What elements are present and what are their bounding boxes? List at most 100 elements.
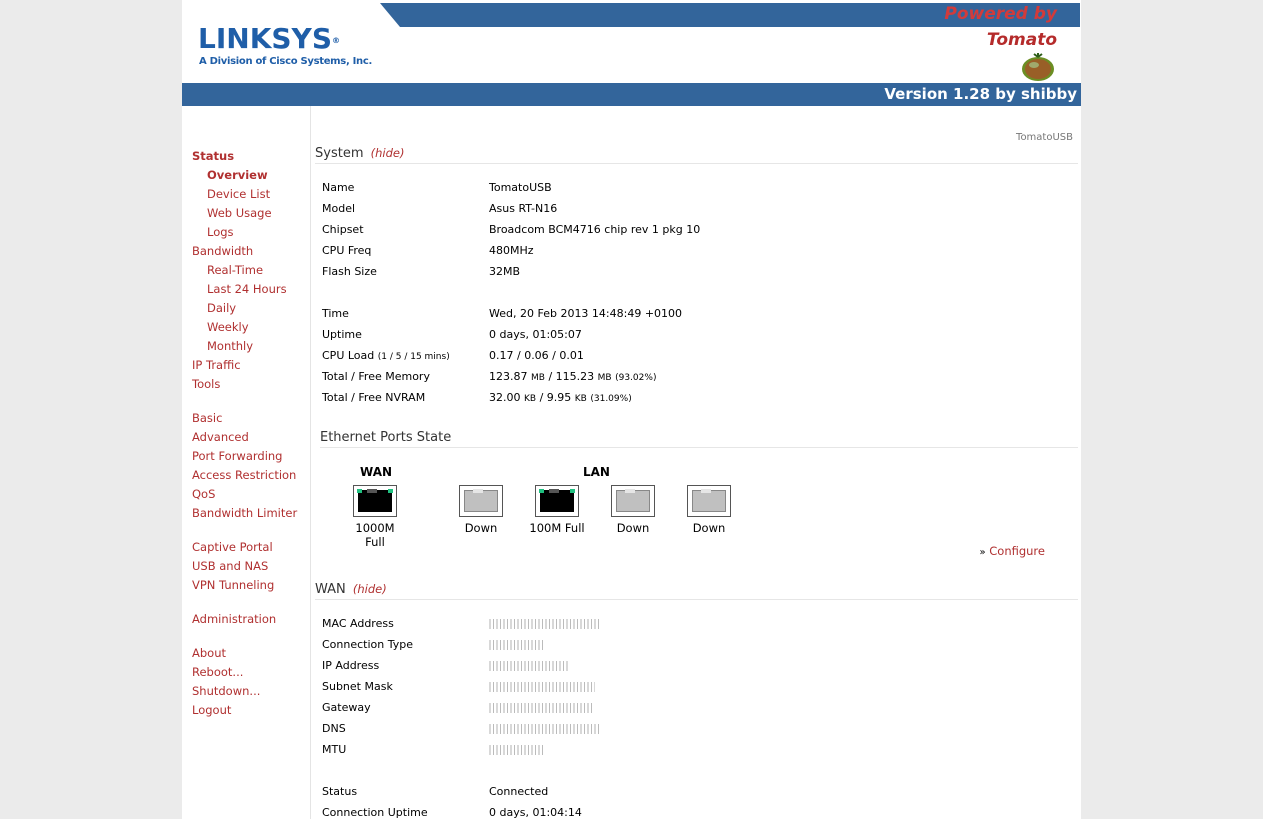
system-row-model: Model Asus RT-N16: [322, 201, 1062, 217]
redacted-value: [489, 616, 601, 632]
row-label: Name: [322, 181, 355, 194]
nvram-percent: (31.09%): [590, 394, 632, 404]
nav-item-device-list[interactable]: Device List: [207, 187, 270, 201]
row-label: Subnet Mask: [322, 680, 393, 693]
row-label: Flash Size: [322, 265, 377, 278]
ethernet-port-lan1: Down: [451, 485, 511, 535]
row-value: 123.87 MB / 115.23 MB (93.02%): [489, 369, 656, 386]
nav-item-advanced[interactable]: Advanced: [192, 430, 249, 444]
row-value: 32.00 KB / 9.95 KB (31.09%): [489, 390, 632, 407]
version-bar: Version 1.28 by shibby: [182, 83, 1081, 106]
memory-unit: MB: [531, 373, 545, 383]
nav-item-vpn-tunneling[interactable]: VPN Tunneling: [192, 578, 274, 592]
nav-item-real-time[interactable]: Real-Time: [207, 263, 263, 277]
nav-item-port-forwarding[interactable]: Port Forwarding: [192, 449, 282, 463]
nav-item-about[interactable]: About: [192, 646, 226, 660]
redacted-value: [489, 637, 545, 653]
nav-item-status[interactable]: Status: [192, 149, 234, 163]
row-label: Gateway: [322, 701, 371, 714]
nvram-unit: KB: [574, 394, 587, 404]
ethernet-port-wan: 1000M Full: [345, 485, 405, 549]
powered-by-text: Powered by: [944, 4, 1057, 24]
wan-hide-link[interactable]: (hide): [353, 582, 387, 596]
wan-row-gateway: Gateway: [322, 700, 1062, 716]
nav-item-ip-traffic[interactable]: IP Traffic: [192, 358, 241, 372]
row-label: MTU: [322, 743, 347, 756]
row-value: 480MHz: [489, 244, 534, 257]
nav-item-reboot[interactable]: Reboot...: [192, 665, 243, 679]
nav-item-logs[interactable]: Logs: [207, 225, 234, 239]
ethernet-port-lan3: Down: [603, 485, 663, 535]
nvram-total: 32.00: [489, 391, 521, 404]
ethernet-port-icon: [353, 485, 397, 517]
memory-total: 123.87: [489, 370, 528, 383]
nav-item-daily[interactable]: Daily: [207, 301, 236, 315]
wan-row-connection-uptime: Connection Uptime 0 days, 01:04:14: [322, 805, 1062, 819]
port-status: Down: [692, 521, 726, 535]
redacted-value: [489, 742, 543, 758]
row-value: Connected: [489, 785, 549, 798]
nav-item-administration[interactable]: Administration: [192, 612, 276, 626]
ethernet-port-icon: [611, 485, 655, 517]
row-label: IP Address: [322, 659, 380, 672]
nav-item-bandwidth-limiter[interactable]: Bandwidth Limiter: [192, 506, 297, 520]
wan-row-dns: DNS: [322, 721, 1062, 737]
ethernet-port-lan2: 100M Full: [527, 485, 587, 535]
system-row-chipset: Chipset Broadcom BCM4716 chip rev 1 pkg …: [322, 222, 1062, 238]
nav-item-logout[interactable]: Logout: [192, 703, 231, 717]
tomato-logo-text: Tomato: [986, 30, 1057, 50]
system-hide-link[interactable]: (hide): [371, 146, 405, 160]
wan-row-connection-type: Connection Type: [322, 637, 1062, 653]
row-value: Wed, 20 Feb 2013 14:48:49 +0100: [489, 307, 683, 320]
linksys-logo: LINKSYS®: [198, 22, 340, 55]
tomato-icon: [1022, 53, 1054, 81]
row-label: Time: [322, 307, 349, 320]
wan-row-ip: IP Address: [322, 658, 1062, 674]
configure-link[interactable]: » Configure: [979, 544, 1045, 558]
nav-item-shutdown[interactable]: Shutdown...: [192, 684, 260, 698]
nav-item-bandwidth[interactable]: Bandwidth: [192, 244, 253, 258]
redacted-value: [489, 700, 593, 716]
nav-item-qos[interactable]: QoS: [192, 487, 215, 501]
logo-subtitle: A Division of Cisco Systems, Inc.: [199, 56, 373, 67]
nav-item-last-24-hours[interactable]: Last 24 Hours: [207, 282, 287, 296]
nav-item-captive-portal[interactable]: Captive Portal: [192, 540, 273, 554]
nav-item-weekly[interactable]: Weekly: [207, 320, 249, 334]
row-label: CPU Freq: [322, 244, 372, 257]
double-chevron-right-icon: »: [979, 547, 986, 558]
configure-label: Configure: [989, 544, 1045, 558]
nav-item-web-usage[interactable]: Web Usage: [207, 206, 272, 220]
ethernet-port-lan4: Down: [679, 485, 739, 535]
row-label: CPU Load (1 / 5 / 15 mins): [322, 348, 450, 365]
system-row-nvram: Total / Free NVRAM 32.00 KB / 9.95 KB (3…: [322, 390, 1062, 406]
nav-item-usb-and-nas[interactable]: USB and NAS: [192, 559, 268, 573]
port-status: Down: [464, 521, 498, 535]
wan-row-subnet-mask: Subnet Mask: [322, 679, 1062, 695]
system-row-time: Time Wed, 20 Feb 2013 14:48:49 +0100: [322, 306, 1062, 322]
wan-row-mtu: MTU: [322, 742, 1062, 758]
wan-port-label: WAN: [360, 465, 393, 479]
system-row-uptime: Uptime 0 days, 01:05:07: [322, 327, 1062, 343]
system-section-title: System (hide): [315, 146, 1078, 164]
nav-item-tools[interactable]: Tools: [192, 377, 220, 391]
row-value: 0.17 / 0.06 / 0.01: [489, 349, 584, 362]
wan-section-title: WAN (hide): [315, 582, 1078, 600]
ethernet-port-icon: [687, 485, 731, 517]
nav-item-overview[interactable]: Overview: [207, 168, 268, 182]
row-value: Broadcom BCM4716 chip rev 1 pkg 10: [489, 223, 701, 236]
nav-item-basic[interactable]: Basic: [192, 411, 222, 425]
system-row-flash-size: Flash Size 32MB: [322, 264, 1062, 280]
redacted-value: [489, 658, 569, 674]
port-status: Down: [616, 521, 650, 535]
row-label: Connection Uptime: [322, 806, 428, 819]
site-name: TomatoUSB: [1016, 132, 1073, 143]
system-row-cpu-freq: CPU Freq 480MHz: [322, 243, 1062, 259]
ethernet-port-icon: [459, 485, 503, 517]
main-content: TomatoUSB System (hide) Name TomatoUSB M…: [311, 106, 1081, 819]
redacted-value: [489, 721, 601, 737]
port-status: 100M Full: [529, 521, 585, 535]
nav-item-monthly[interactable]: Monthly: [207, 339, 253, 353]
system-title: System: [315, 146, 364, 161]
nvram-free: / 9.95: [539, 391, 572, 404]
nav-item-access-restriction[interactable]: Access Restriction: [192, 468, 296, 482]
